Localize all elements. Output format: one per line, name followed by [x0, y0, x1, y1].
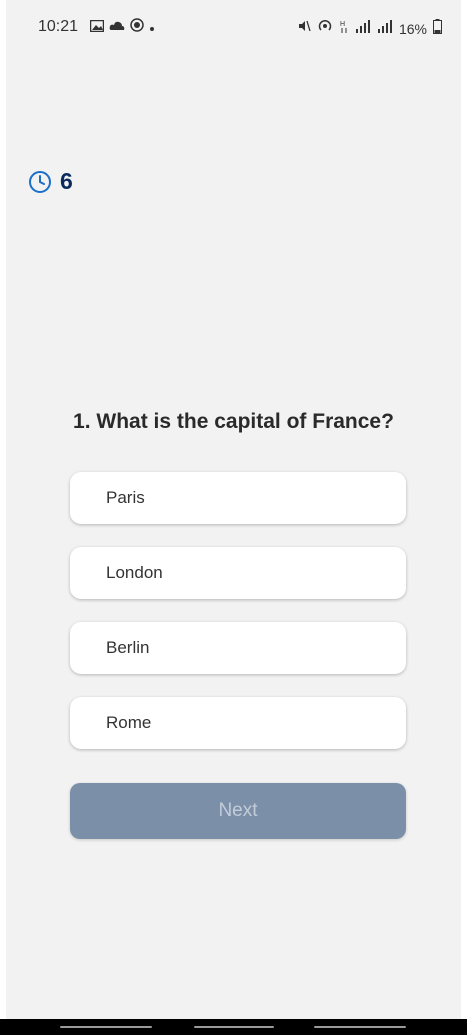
- nav-home-button[interactable]: [194, 1026, 274, 1028]
- signal-icon: [355, 19, 371, 38]
- mute-icon: [297, 19, 311, 38]
- status-system-icons: H 16%: [297, 18, 442, 39]
- answer-option-rome[interactable]: Rome: [70, 697, 406, 749]
- battery-percent: 16%: [398, 20, 427, 37]
- gallery-icon: [89, 19, 105, 37]
- status-time: 10:21: [38, 18, 79, 35]
- countdown-timer: 6: [28, 168, 73, 195]
- answer-option-berlin[interactable]: Berlin: [70, 622, 406, 674]
- answer-option-paris[interactable]: Paris: [70, 472, 406, 524]
- dot-icon: [149, 19, 155, 37]
- battery-icon: [433, 18, 442, 39]
- nav-recents-button[interactable]: [60, 1026, 152, 1028]
- nav-back-button[interactable]: [314, 1026, 406, 1028]
- timer-value: 6: [60, 168, 73, 194]
- next-button[interactable]: Next: [70, 783, 406, 839]
- status-notification-icons: [89, 18, 155, 37]
- answer-option-london[interactable]: London: [70, 547, 406, 599]
- navigation-bar: [0, 1019, 467, 1035]
- clock-icon: [28, 170, 52, 194]
- cloud-icon: [109, 19, 125, 37]
- network-icon: H: [339, 18, 349, 39]
- signal-icon: [377, 19, 393, 38]
- svg-text:H: H: [340, 21, 345, 28]
- quiz-screen: 10:21 H 16% 6 1. What is the capital of …: [6, 0, 461, 1019]
- question-text: 1. What is the capital of France?: [73, 410, 394, 433]
- record-icon: [130, 18, 144, 37]
- hotspot-icon: [317, 18, 333, 39]
- answer-options: Paris London Berlin Rome: [70, 472, 406, 772]
- status-bar: 10:21 H 16%: [6, 0, 461, 56]
